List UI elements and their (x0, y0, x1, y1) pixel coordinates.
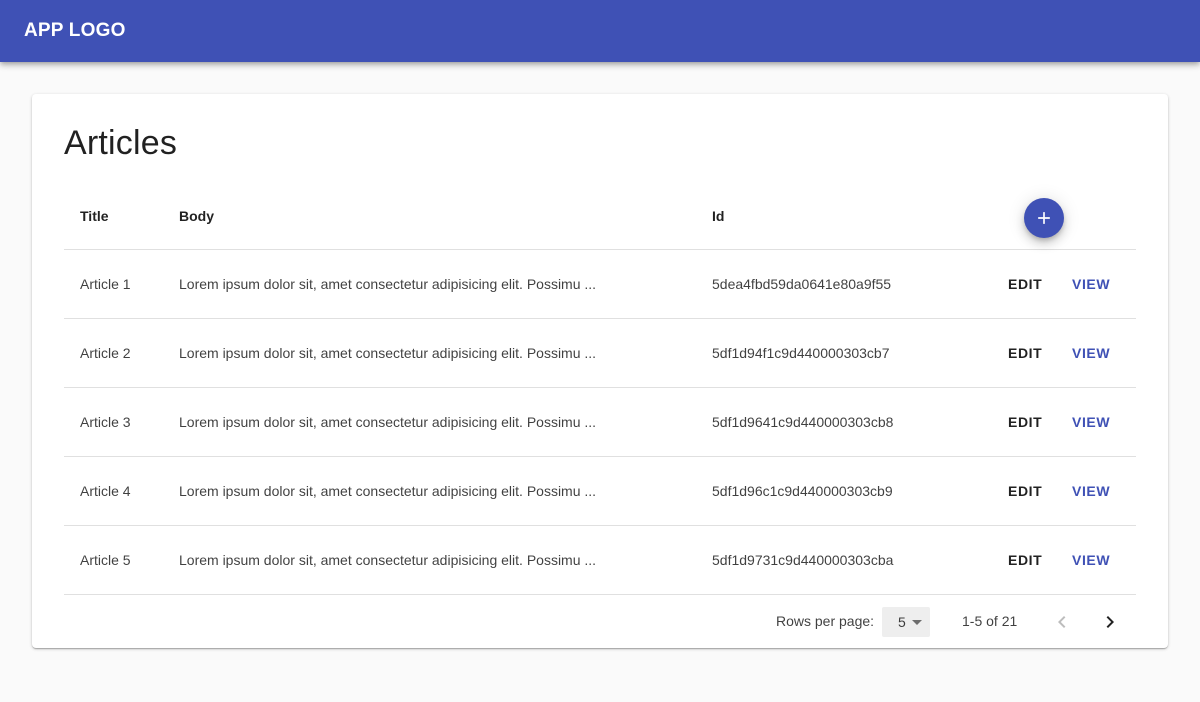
table-row: Article 2 Lorem ipsum dolor sit, amet co… (64, 319, 1136, 388)
articles-table: Title Body Id Article 1 Lorem ipsum dolo… (64, 182, 1136, 595)
table-row: Article 5 Lorem ipsum dolor sit, amet co… (64, 526, 1136, 595)
rows-per-page-value: 5 (898, 614, 906, 630)
next-page-button[interactable] (1094, 606, 1126, 638)
article-id-cell: 5df1d9731c9d440000303cba (712, 552, 894, 568)
table-pagination: Rows per page: 5 1-5 of 21 (64, 596, 1136, 648)
article-body-cell: Lorem ipsum dolor sit, amet consectetur … (179, 276, 597, 292)
column-header-id: Id (712, 207, 725, 224)
article-title-cell: Article 4 (80, 483, 131, 499)
article-id-cell: 5df1d9641c9d440000303cb8 (712, 414, 894, 430)
table-header-row: Title Body Id (64, 182, 1136, 250)
edit-button[interactable]: EDIT (1000, 408, 1050, 436)
chevron-left-icon (1058, 616, 1066, 628)
rows-per-page-select[interactable]: 5 (882, 607, 930, 637)
article-title-cell: Article 2 (80, 345, 131, 361)
column-header-body: Body (179, 207, 214, 224)
caret-down-icon (912, 620, 922, 625)
column-header-title: Title (80, 207, 109, 224)
edit-button[interactable]: EDIT (1000, 477, 1050, 505)
plus-icon (1038, 212, 1050, 224)
view-button[interactable]: VIEW (1064, 477, 1118, 505)
table-row: Article 4 Lorem ipsum dolor sit, amet co… (64, 457, 1136, 526)
page-title: Articles (64, 124, 178, 162)
table-row: Article 1 Lorem ipsum dolor sit, amet co… (64, 250, 1136, 319)
articles-card: Articles Title Body Id Article 1 Lorem i… (32, 94, 1168, 648)
view-button[interactable]: VIEW (1064, 339, 1118, 367)
view-button[interactable]: VIEW (1064, 546, 1118, 574)
view-button[interactable]: VIEW (1064, 270, 1118, 298)
previous-page-button[interactable] (1046, 606, 1078, 638)
view-button[interactable]: VIEW (1064, 408, 1118, 436)
article-body-cell: Lorem ipsum dolor sit, amet consectetur … (179, 552, 597, 568)
article-body-cell: Lorem ipsum dolor sit, amet consectetur … (179, 483, 597, 499)
edit-button[interactable]: EDIT (1000, 270, 1050, 298)
table-row: Article 3 Lorem ipsum dolor sit, amet co… (64, 388, 1136, 457)
row-actions: EDIT VIEW (978, 319, 1136, 387)
pagination-range: 1-5 of 21 (962, 613, 1018, 629)
app-logo[interactable]: APP LOGO (24, 20, 126, 42)
article-body-cell: Lorem ipsum dolor sit, amet consectetur … (179, 414, 597, 430)
article-title-cell: Article 1 (80, 276, 131, 292)
app-bar: APP LOGO (0, 0, 1200, 62)
article-id-cell: 5df1d94f1c9d440000303cb7 (712, 345, 890, 361)
article-title-cell: Article 5 (80, 552, 131, 568)
row-actions: EDIT VIEW (978, 457, 1136, 525)
edit-button[interactable]: EDIT (1000, 339, 1050, 367)
article-id-cell: 5dea4fbd59da0641e80a9f55 (712, 276, 892, 292)
chevron-right-icon (1106, 616, 1114, 628)
rows-per-page-label: Rows per page: (776, 613, 875, 629)
edit-button[interactable]: EDIT (1000, 546, 1050, 574)
article-title-cell: Article 3 (80, 414, 131, 430)
row-actions: EDIT VIEW (978, 250, 1136, 318)
row-actions: EDIT VIEW (978, 388, 1136, 456)
article-id-cell: 5df1d96c1c9d440000303cb9 (712, 483, 893, 499)
add-article-button[interactable] (1024, 198, 1064, 238)
article-body-cell: Lorem ipsum dolor sit, amet consectetur … (179, 345, 597, 361)
row-actions: EDIT VIEW (978, 526, 1136, 594)
